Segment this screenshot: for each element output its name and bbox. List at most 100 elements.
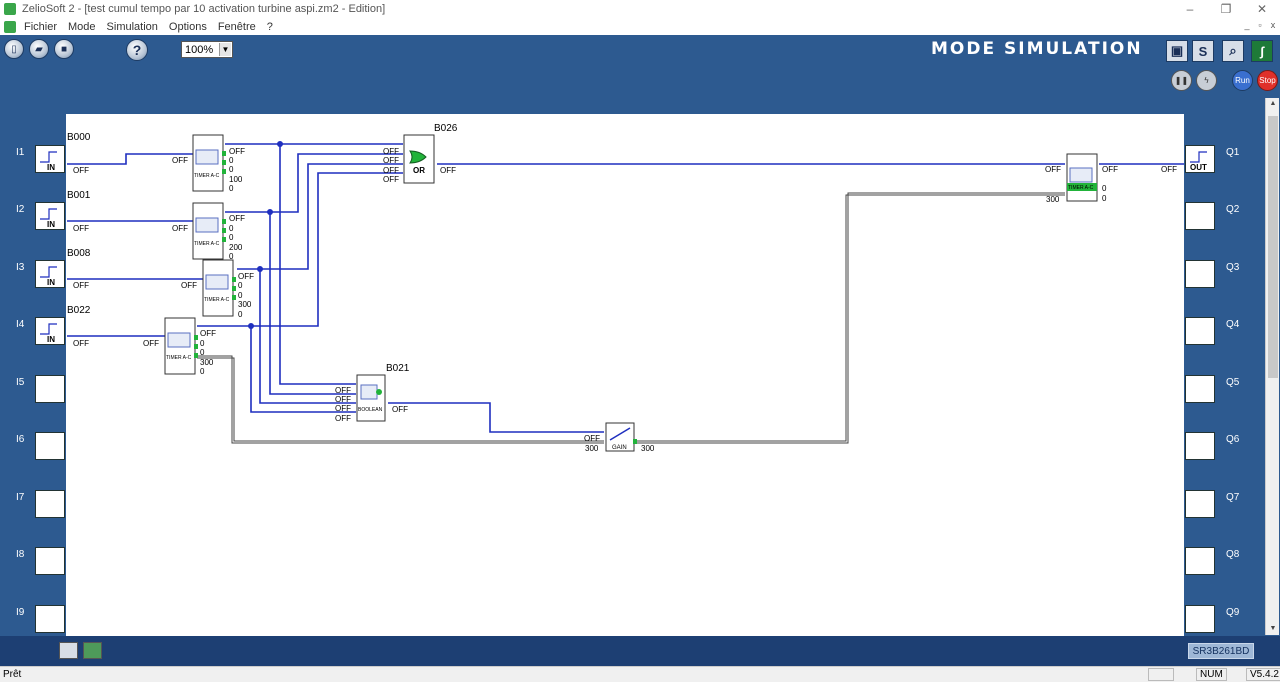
menu-fichier[interactable]: Fichier bbox=[24, 21, 57, 33]
input-state-i2: OFF bbox=[73, 224, 89, 233]
svg-text:0: 0 bbox=[229, 156, 234, 165]
svg-text:OFF: OFF bbox=[584, 434, 600, 443]
menu-options[interactable]: Options bbox=[169, 21, 207, 33]
maximize-button[interactable]: ❐ bbox=[1208, 0, 1244, 18]
zoom-value: 100% bbox=[185, 43, 214, 56]
out-block-q1[interactable]: OUT bbox=[1190, 151, 1207, 172]
s-button[interactable]: S bbox=[1192, 40, 1214, 62]
fbd-diagram: IN IN IN IN OUT B000 B001 B008 B022 B026… bbox=[40, 123, 1207, 453]
svg-text:OFF: OFF bbox=[383, 175, 399, 184]
in-block-label: IN bbox=[47, 278, 55, 287]
svg-text:100: 100 bbox=[229, 175, 243, 184]
document-icon[interactable] bbox=[4, 20, 16, 33]
menu-simulation[interactable]: Simulation bbox=[107, 21, 158, 33]
stop-button[interactable]: Stop bbox=[1257, 70, 1278, 91]
svg-text:0: 0 bbox=[238, 310, 243, 319]
status-ready: Prêt bbox=[3, 669, 22, 680]
app-icon bbox=[4, 3, 16, 15]
front-panel-icon[interactable] bbox=[83, 642, 102, 659]
connection-icon bbox=[1148, 668, 1174, 681]
status-num: NUM bbox=[1196, 668, 1227, 681]
svg-text:0: 0 bbox=[229, 233, 234, 242]
svg-text:OFF: OFF bbox=[335, 414, 351, 423]
new-file-icon[interactable]: ▯ bbox=[4, 39, 24, 59]
q1-state: OFF bbox=[1161, 165, 1177, 174]
svg-text:OFF: OFF bbox=[383, 147, 399, 156]
timer-block-2[interactable]: TIMER A-C bbox=[192, 202, 226, 260]
svg-text:300: 300 bbox=[238, 300, 252, 309]
timer-block-4[interactable]: TIMER A-C bbox=[164, 317, 198, 375]
minimize-button[interactable]: – bbox=[1172, 0, 1208, 18]
svg-text:OFF: OFF bbox=[335, 395, 351, 404]
menu-help[interactable]: ? bbox=[267, 21, 273, 33]
out-block-label: OUT bbox=[1190, 163, 1207, 172]
svg-text:OFF: OFF bbox=[335, 386, 351, 395]
status-version: V5.4.2 bbox=[1246, 668, 1280, 681]
menu-mode[interactable]: Mode bbox=[68, 21, 96, 33]
chevron-down-icon[interactable]: ▼ bbox=[219, 43, 231, 56]
svg-text:300: 300 bbox=[641, 444, 655, 453]
timer-label: TIMER A-C bbox=[166, 355, 192, 361]
svg-text:OFF: OFF bbox=[335, 404, 351, 413]
mdi-minimize-button[interactable]: _ bbox=[1242, 20, 1252, 31]
svg-text:0: 0 bbox=[200, 348, 205, 357]
monitor-icon[interactable]: ▣ bbox=[1166, 40, 1188, 62]
toolbar: ▯ ▰ ■ ? 100% ▼ MODE SIMULATION ▣ S ⌕ ʃ ❚… bbox=[0, 35, 1280, 95]
fbd-workarea: I1 I2 I3 I4 I5 I6 I7 I8 I9 Q1 Q2 Q3 Q4 Q… bbox=[0, 95, 1280, 636]
search-icon[interactable]: ⌕ bbox=[1222, 40, 1244, 62]
boolean-block[interactable]: BOOLEAN bbox=[356, 374, 386, 422]
in-block-i1[interactable]: IN bbox=[40, 151, 62, 172]
power-failure-icon[interactable]: ϟ bbox=[1196, 70, 1217, 91]
svg-text:OFF: OFF bbox=[1102, 165, 1118, 174]
timer-block-1[interactable]: TIMER A-C bbox=[192, 134, 226, 192]
vertical-scrollbar[interactable]: ▲ ▼ bbox=[1265, 98, 1279, 635]
scroll-up-icon[interactable]: ▲ bbox=[1266, 98, 1280, 110]
input-state-i4: OFF bbox=[73, 339, 89, 348]
module-view-icon[interactable] bbox=[59, 642, 78, 659]
svg-text:OFF: OFF bbox=[143, 339, 159, 348]
final-timer-block[interactable]: TIMER A-C bbox=[1066, 153, 1098, 202]
svg-text:OFF: OFF bbox=[238, 272, 254, 281]
gain-block[interactable]: GAIN bbox=[605, 422, 637, 452]
svg-text:OFF: OFF bbox=[229, 147, 245, 156]
or-label: OR bbox=[413, 166, 425, 175]
svg-text:OFF: OFF bbox=[392, 405, 408, 414]
svg-text:OFF: OFF bbox=[172, 224, 188, 233]
svg-text:OFF: OFF bbox=[1045, 165, 1061, 174]
scroll-down-icon[interactable]: ▼ bbox=[1266, 623, 1280, 635]
svg-text:0: 0 bbox=[200, 339, 205, 348]
numeric-wires bbox=[197, 192, 1065, 444]
title-bar: ZelioSoft 2 - [test cumul tempo par 10 a… bbox=[0, 0, 1280, 18]
timer-label: TIMER A-C bbox=[194, 173, 220, 179]
in-block-i2[interactable]: IN bbox=[40, 208, 57, 229]
block-id-b000: B000 bbox=[67, 132, 91, 143]
timer-block-3[interactable]: TIMER A-C bbox=[202, 259, 236, 317]
block-id-b022: B022 bbox=[67, 305, 91, 316]
wire-junctions bbox=[248, 141, 283, 329]
svg-text:OFF: OFF bbox=[172, 156, 188, 165]
svg-text:OFF: OFF bbox=[383, 166, 399, 175]
in-block-label: IN bbox=[47, 335, 55, 344]
run-button[interactable]: Run bbox=[1232, 70, 1253, 91]
svg-text:OFF: OFF bbox=[440, 166, 456, 175]
help-button[interactable]: ? bbox=[126, 39, 148, 61]
in-block-i3[interactable]: IN bbox=[40, 266, 57, 287]
open-folder-icon[interactable]: ▰ bbox=[29, 39, 49, 59]
zoom-select[interactable]: 100% ▼ bbox=[181, 41, 233, 58]
svg-text:0: 0 bbox=[238, 281, 243, 290]
menu-fenetre[interactable]: Fenêtre bbox=[218, 21, 256, 33]
or-block[interactable]: OR bbox=[403, 134, 435, 184]
pause-icon[interactable]: ❚❚ bbox=[1171, 70, 1192, 91]
close-button[interactable]: ✕ bbox=[1244, 0, 1280, 18]
mdi-maximize-button[interactable]: ▫ bbox=[1255, 20, 1265, 31]
svg-text:0: 0 bbox=[229, 184, 234, 193]
save-icon[interactable]: ■ bbox=[54, 39, 74, 59]
scrollbar-thumb[interactable] bbox=[1268, 116, 1278, 378]
timer-label: TIMER A-C bbox=[1068, 185, 1094, 191]
in-block-i4[interactable]: IN bbox=[40, 323, 57, 344]
svg-text:0: 0 bbox=[229, 165, 234, 174]
bottom-bar: SR3B261BD bbox=[0, 636, 1280, 666]
mdi-close-button[interactable]: x bbox=[1268, 20, 1278, 31]
final-timer-values: OFF 300 OFF 0 0 OFF bbox=[1045, 165, 1177, 204]
svg-text:OFF: OFF bbox=[200, 329, 216, 338]
